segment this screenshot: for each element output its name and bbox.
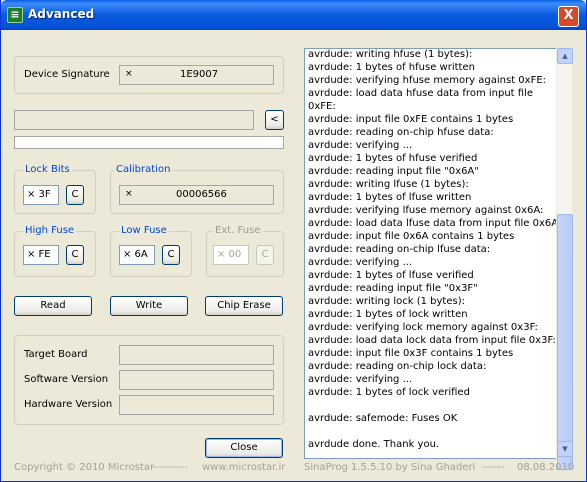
log-line: avrdude done. Thank you. (308, 439, 440, 450)
scroll-up-icon[interactable]: ▲ (557, 48, 573, 64)
advanced-window: ≡ Advanced X Device Signature × 1E9007 <… (0, 0, 587, 482)
window-title: Advanced (28, 7, 95, 21)
hardware-version-field (119, 395, 274, 415)
log-line: avrdude: 1 bytes of hfuse written (308, 62, 475, 73)
ext-fuse-input: × 00 (213, 245, 249, 265)
calibration-title: Calibration (114, 164, 173, 175)
software-version-field (119, 370, 274, 390)
log-line: avrdude: input file 0x6A contains 1 byte… (308, 231, 515, 242)
log-line: avrdude: load data lfuse data from input… (308, 218, 562, 229)
scroll-down-icon[interactable]: ▼ (557, 441, 573, 457)
chip-erase-button[interactable]: Chip Erase (205, 296, 283, 316)
log-scrollbar[interactable]: ▲ ▼ (556, 48, 573, 470)
log-line: avrdude: input file 0x3F contains 1 byte… (308, 348, 514, 359)
website-text: www.microstar.ir (202, 462, 286, 473)
status-separator: ------ (483, 462, 505, 473)
log-line: avrdude: 1 bytes of lock written (308, 309, 468, 320)
log-line: avrdude: verifying hfuse memory against … (308, 75, 547, 86)
scroll-thumb[interactable] (557, 214, 573, 470)
title-bar[interactable]: ≡ Advanced X (1, 0, 586, 30)
back-button[interactable]: < (265, 110, 284, 130)
log-line: avrdude: writing hfuse (1 bytes): (308, 49, 473, 60)
ext-fuse-title: Ext. Fuse (213, 225, 263, 236)
hardware-version-label: Hardware Version (24, 399, 113, 410)
lock-bits-input[interactable]: × 3F (23, 185, 59, 205)
target-board-field (119, 345, 274, 365)
log-line: avrdude: 1 bytes of lock verified (308, 387, 470, 398)
ext-fuse-c-button: C (256, 245, 274, 265)
lock-bits-c-button[interactable]: C (66, 185, 84, 205)
log-line: avrdude: safemode: Fuses OK (308, 413, 458, 424)
high-fuse-input[interactable]: × FE (23, 245, 59, 265)
close-window-button[interactable]: X (558, 6, 579, 27)
device-signature-field: × 1E9007 (119, 65, 274, 85)
log-line: avrdude: input file 0xFE contains 1 byte… (308, 114, 514, 125)
log-line: avrdude: reading on-chip lfuse data: (308, 244, 491, 255)
log-line: avrdude: load data lock data from input … (308, 335, 556, 346)
log-line: avrdude: verifying lock memory against 0… (308, 322, 538, 333)
field-marker: × (125, 189, 133, 199)
log-line: avrdude: 1 bytes of hfuse verified (308, 153, 478, 164)
log-line: avrdude: reading input file "0x3F" (308, 283, 478, 294)
field-marker: × (125, 69, 133, 79)
low-fuse-c-button[interactable]: C (162, 245, 180, 265)
log-line: 0xFE: (308, 101, 336, 112)
close-button[interactable]: Close (205, 438, 283, 458)
log-line: avrdude: verifying ... (308, 140, 413, 151)
chip-icon: ≡ (7, 7, 23, 23)
log-line: avrdude: reading input file "0x6A" (308, 166, 479, 177)
low-fuse-title: Low Fuse (119, 225, 169, 236)
target-board-label: Target Board (24, 349, 88, 360)
log-line: avrdude: 1 bytes of lfuse written (308, 192, 472, 203)
high-fuse-c-button[interactable]: C (66, 245, 84, 265)
file-path-field[interactable] (14, 110, 254, 130)
log-line: avrdude: writing lock (1 bytes): (308, 296, 465, 307)
device-signature-label: Device Signature (24, 69, 110, 80)
device-signature-value: 1E9007 (180, 69, 219, 80)
calibration-value: 00006566 (176, 189, 227, 200)
log-line: avrdude: load data hfuse data from input… (308, 88, 533, 99)
log-line: avrdude: writing lfuse (1 bytes): (308, 179, 469, 190)
progress-bar (14, 136, 284, 149)
date-text: 08.08.2010 (517, 462, 575, 473)
copyright-text: Copyright © 2010 Microstar (14, 462, 155, 473)
log-line: avrdude: reading on-chip hfuse data: (308, 127, 494, 138)
log-line: avrdude: 1 bytes of lfuse verified (308, 270, 474, 281)
log-line: avrdude: verifying lfuse memory against … (308, 205, 544, 216)
low-fuse-input[interactable]: × 6A (119, 245, 155, 265)
status-separator: ---------- (152, 462, 189, 473)
lock-bits-title: Lock Bits (23, 164, 72, 175)
write-button[interactable]: Write (110, 296, 188, 316)
log-line: avrdude: reading on-chip lock data: (308, 361, 487, 372)
log-line: avrdude: verifying ... (308, 374, 413, 385)
calibration-field: × 00006566 (119, 185, 274, 205)
high-fuse-title: High Fuse (23, 225, 77, 236)
software-version-label: Software Version (24, 374, 109, 385)
log-line: avrdude: verifying ... (308, 257, 413, 268)
read-button[interactable]: Read (14, 296, 92, 316)
avrdude-log[interactable]: avrdude: writing hfuse (1 bytes): avrdude… (304, 48, 572, 459)
app-version-text: SinaProg 1.5.5.10 by Sina Ghaderi (304, 462, 476, 473)
